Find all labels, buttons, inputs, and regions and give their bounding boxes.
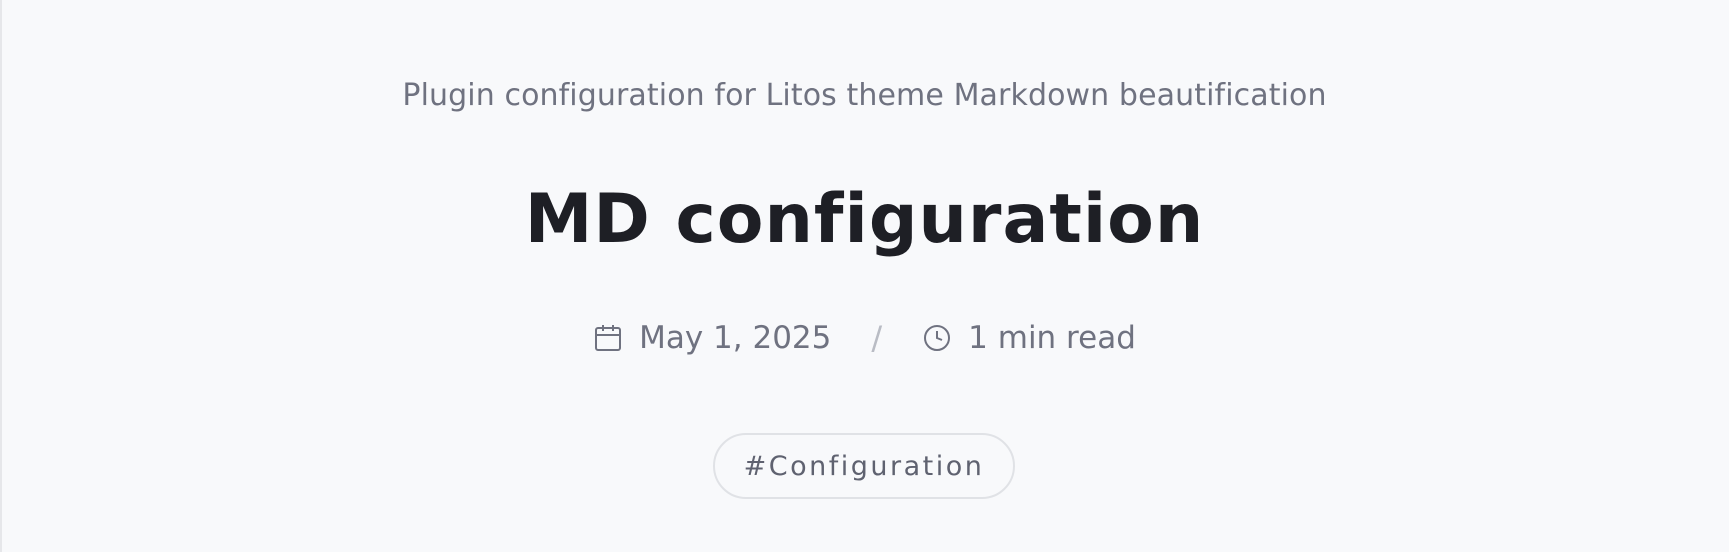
post-header: Plugin configuration for Litos theme Mar… — [0, 0, 1729, 552]
clock-icon — [922, 323, 952, 353]
reading-time-text: 1 min read — [968, 320, 1136, 356]
post-reading-time: 1 min read — [922, 320, 1136, 356]
tag-configuration[interactable]: #Configuration — [713, 433, 1015, 499]
post-description: Plugin configuration for Litos theme Mar… — [402, 78, 1327, 113]
meta-separator: / — [871, 319, 883, 357]
post-date-text: May 1, 2025 — [639, 320, 832, 356]
post-meta: May 1, 2025 / 1 min read — [0, 316, 1729, 360]
calendar-icon — [593, 323, 623, 353]
post-title: MD configuration — [524, 180, 1205, 259]
post-date: May 1, 2025 — [593, 320, 831, 356]
